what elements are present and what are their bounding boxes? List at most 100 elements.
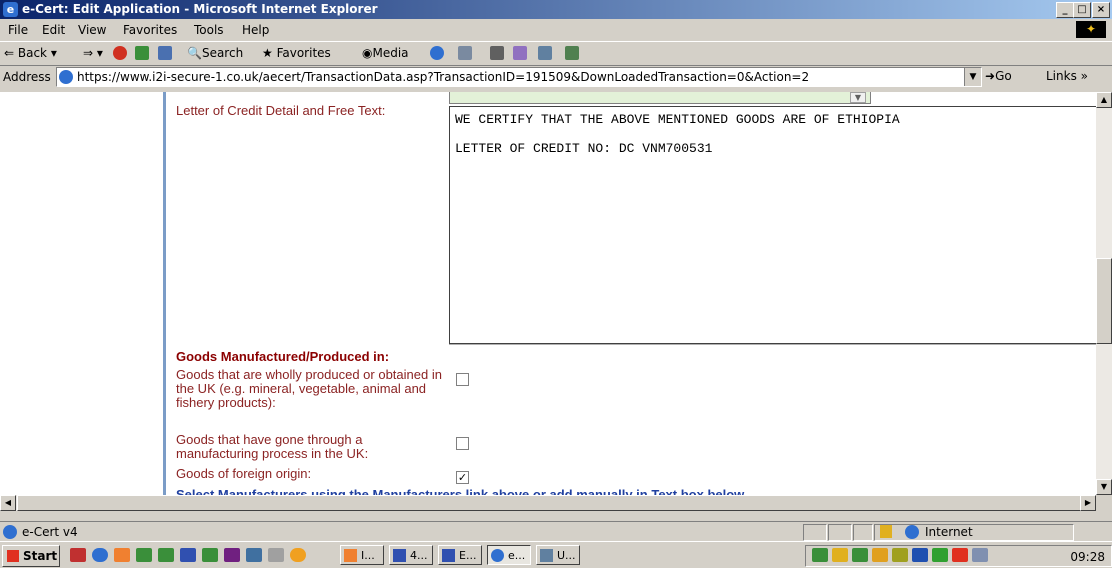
history-icon[interactable] [430, 46, 444, 60]
window-title: e-Cert: Edit Application - Microsoft Int… [22, 2, 378, 16]
divider [449, 344, 1096, 345]
menu-help[interactable]: Help [242, 23, 269, 37]
menu-file[interactable]: File [8, 23, 28, 37]
menu-edit[interactable]: Edit [42, 23, 65, 37]
tray-icon[interactable] [852, 548, 868, 562]
messenger-icon[interactable] [565, 46, 579, 60]
status-bar: e-Cert v4 Internet [0, 521, 1112, 541]
app-icon[interactable] [268, 548, 284, 562]
status-text: e-Cert v4 [22, 525, 78, 539]
scroll-right-icon[interactable]: ▶ [1080, 495, 1096, 511]
address-url[interactable]: https://www.i2i-secure-1.co.uk/aecert/Tr… [77, 70, 809, 84]
outlook-icon[interactable] [114, 548, 130, 562]
menu-favorites[interactable]: Favorites [123, 23, 177, 37]
task-button[interactable]: I... [340, 545, 384, 565]
menu-tools[interactable]: Tools [194, 23, 224, 37]
go-label: Go [995, 69, 1012, 83]
favorites-label: Favorites [276, 46, 331, 60]
tray-icon[interactable] [892, 548, 908, 562]
media-button[interactable]: ◉Media [362, 46, 409, 60]
word-icon[interactable] [180, 548, 196, 562]
volume-icon[interactable] [832, 548, 848, 562]
go-button[interactable]: ➜Go [985, 69, 1012, 83]
manufacturing-process-label: Goods that have gone through a manufactu… [176, 432, 369, 461]
print-icon[interactable] [490, 46, 504, 60]
links-label: Links [1046, 69, 1077, 83]
address-input[interactable]: https://www.i2i-secure-1.co.uk/aecert/Tr… [56, 67, 982, 87]
tray-icon[interactable] [972, 548, 988, 562]
taskbar: Start I... 4... E... e... U... 09:28 [0, 541, 1112, 568]
favorites-button[interactable]: ★ Favorites [262, 46, 331, 60]
windows-logo-icon: ✦ [1076, 21, 1106, 38]
task-label: U... [557, 549, 576, 562]
refresh-icon[interactable] [135, 46, 149, 60]
maximize-icon[interactable]: □ [1073, 2, 1091, 18]
task-button-active[interactable]: e... [487, 545, 531, 565]
scroll-left-icon[interactable]: ◀ [0, 495, 16, 511]
lc-detail-textarea[interactable]: WE CERTIFY THAT THE ABOVE MENTIONED GOOD… [449, 106, 1096, 344]
vertical-scroll-thumb[interactable] [1096, 258, 1112, 344]
excel-icon[interactable] [202, 548, 218, 562]
lc-text-line1: WE CERTIFY THAT THE ABOVE MENTIONED GOOD… [455, 112, 900, 127]
publisher-icon[interactable] [224, 548, 240, 562]
horizontal-scrollbar[interactable]: ◀ ▶ [0, 495, 1096, 511]
wholly-produced-label: Goods that are wholly produced or obtain… [176, 367, 442, 410]
start-button[interactable]: Start [2, 545, 60, 567]
forward-button[interactable]: ⇒ ▾ [83, 46, 103, 60]
scroll-down-icon[interactable]: ▼ [1096, 479, 1112, 495]
ie-icon: e [3, 2, 18, 17]
status-panel [828, 524, 852, 541]
app-icon[interactable] [246, 548, 262, 562]
edit-icon[interactable] [513, 46, 527, 60]
task-label: 4... [410, 549, 428, 562]
tray-icon[interactable] [932, 548, 948, 562]
home-icon[interactable] [158, 46, 172, 60]
vertical-scrollbar[interactable]: ▲ ▼ [1096, 92, 1112, 495]
foreign-origin-checkbox[interactable]: ✓ [456, 471, 469, 484]
word-icon [442, 549, 455, 562]
title-bar[interactable]: e e-Cert: Edit Application - Microsoft I… [0, 0, 1112, 19]
task-button[interactable]: U... [536, 545, 580, 565]
previous-field[interactable]: ▼ [449, 92, 871, 104]
scroll-up-icon[interactable]: ▲ [1096, 92, 1112, 108]
discuss-icon[interactable] [538, 46, 552, 60]
address-bar: Address https://www.i2i-secure-1.co.uk/a… [0, 65, 1112, 89]
tray-icon[interactable] [912, 548, 928, 562]
menu-view[interactable]: View [78, 23, 106, 37]
links-button[interactable]: Links » [1046, 69, 1088, 83]
field-dropdown-icon[interactable]: ▼ [850, 92, 866, 103]
tray-icon[interactable] [812, 548, 828, 562]
windows-flag-icon [7, 550, 19, 562]
foreign-origin-label: Goods of foreign origin: [176, 466, 312, 481]
app-icon[interactable] [290, 548, 306, 562]
desktop-icon[interactable] [70, 548, 86, 562]
wholly-produced-checkbox[interactable] [456, 373, 469, 386]
clock: 09:28 [1070, 550, 1105, 564]
manufacturers-note: Select Manufacturers using the Manufactu… [176, 487, 748, 495]
minimize-icon[interactable]: _ [1056, 2, 1074, 18]
search-button[interactable]: 🔍Search [187, 46, 243, 60]
menu-bar: File Edit View Favorites Tools Help [0, 20, 1112, 40]
close-icon[interactable]: × [1092, 2, 1110, 18]
toolbar: ⇐ Back ▾ ⇒ ▾ 🔍Search ★ Favorites ◉Media [0, 41, 1112, 66]
excel-icon[interactable] [158, 548, 174, 562]
back-button[interactable]: ⇐ Back ▾ [4, 46, 57, 60]
tray-icon[interactable] [872, 548, 888, 562]
ie-quicklaunch-icon[interactable] [92, 548, 108, 562]
page-icon [59, 70, 73, 84]
mail-icon[interactable] [458, 46, 472, 60]
tray-icon[interactable] [952, 548, 968, 562]
status-panel [853, 524, 873, 541]
address-label: Address [3, 70, 51, 84]
task-button[interactable]: 4... [389, 545, 433, 565]
media-label: Media [372, 46, 409, 60]
status-page-icon [3, 525, 17, 539]
sidebar [0, 92, 166, 495]
horizontal-scroll-thumb[interactable] [17, 495, 1081, 511]
outlook-icon [344, 549, 357, 562]
task-button[interactable]: E... [438, 545, 482, 565]
stop-icon[interactable] [113, 46, 127, 60]
manufacturing-process-checkbox[interactable] [456, 437, 469, 450]
excel-icon[interactable] [136, 548, 152, 562]
address-dropdown-icon[interactable]: ▼ [964, 68, 981, 86]
